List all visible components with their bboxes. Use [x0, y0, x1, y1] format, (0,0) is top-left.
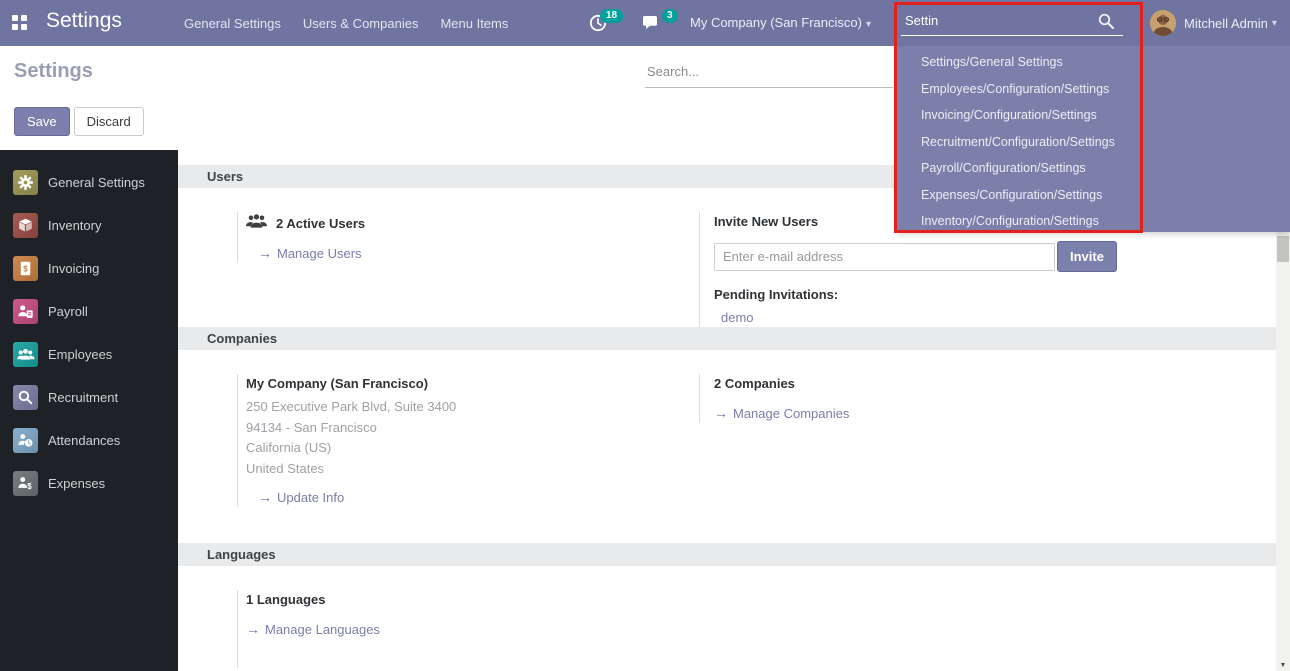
address-line: California (US): [246, 438, 639, 459]
manage-companies-link[interactable]: → Manage Companies: [714, 405, 849, 421]
svg-text:$: $: [23, 265, 28, 274]
user-name: Mitchell Admin: [1184, 16, 1268, 31]
sidebar-item-recruitment[interactable]: Recruitment: [0, 376, 178, 419]
section-header-languages: Languages: [178, 543, 1276, 566]
sidebar-item-attendances[interactable]: Attendances: [0, 419, 178, 462]
manage-users-link[interactable]: → Manage Users: [258, 245, 362, 261]
pending-invitations-label: Pending Invitations:: [714, 287, 1119, 302]
menu-search-results: Settings/General Settings Employees/Conf…: [897, 46, 1290, 235]
expenses-icon: $: [13, 471, 38, 496]
active-users-column: 2 Active Users → Manage Users: [237, 212, 639, 263]
box-icon: [13, 213, 38, 238]
sidebar-item-label: Invoicing: [48, 261, 99, 276]
right-arrow-icon: →: [714, 405, 728, 421]
menu-search-dropdown: Settings/General Settings Employees/Conf…: [897, 46, 1290, 232]
search-result-item[interactable]: Expenses/Configuration/Settings: [897, 182, 1290, 209]
right-arrow-icon: →: [246, 621, 260, 637]
apps-menu-icon[interactable]: [12, 15, 27, 30]
messages-chat-icon[interactable]: [641, 14, 661, 32]
search-result-item[interactable]: Employees/Configuration/Settings: [897, 76, 1290, 103]
active-users-line: 2 Active Users: [246, 214, 639, 232]
sidebar-item-label: Recruitment: [48, 390, 118, 405]
search-result-item[interactable]: Invoicing/Configuration/Settings: [897, 102, 1290, 129]
sidebar-item-label: General Settings: [48, 175, 145, 190]
languages-count: 1 Languages: [246, 592, 639, 607]
menu-menu-items[interactable]: Menu Items: [429, 16, 519, 31]
address-line: 250 Executive Park Blvd, Suite 3400: [246, 397, 639, 418]
right-arrow-icon: →: [258, 489, 272, 505]
menu-search-input[interactable]: [901, 10, 1123, 36]
chevron-down-icon: ▾: [866, 19, 871, 30]
avatar: [1150, 10, 1176, 36]
address-line: United States: [246, 459, 639, 480]
sidebar-item-label: Attendances: [48, 433, 120, 448]
recruitment-icon: [13, 385, 38, 410]
languages-column: 1 Languages → Manage Languages: [237, 590, 639, 668]
gear-icon: [13, 170, 38, 195]
sidebar-item-payroll[interactable]: Payroll: [0, 290, 178, 333]
company-name: My Company (San Francisco): [246, 376, 639, 391]
languages-section: 1 Languages → Manage Languages: [178, 590, 1276, 668]
section-header-companies: Companies: [178, 327, 1276, 350]
right-arrow-icon: →: [258, 245, 272, 261]
sidebar-item-label: Employees: [48, 347, 112, 362]
search-result-item[interactable]: Payroll/Configuration/Settings: [897, 155, 1290, 182]
chevron-down-icon: ▾: [1272, 18, 1277, 29]
companies-count: 2 Companies: [714, 376, 1119, 391]
messages-count-badge[interactable]: 3: [662, 9, 678, 23]
companies-count-column: 2 Companies → Manage Companies: [699, 374, 1119, 423]
search-input[interactable]: [645, 60, 893, 88]
update-info-link[interactable]: → Update Info: [258, 489, 344, 505]
activities-count-badge[interactable]: 18: [600, 9, 623, 23]
discard-button[interactable]: Discard: [74, 107, 144, 136]
sidebar-item-expenses[interactable]: $ Expenses: [0, 462, 178, 505]
search-result-item[interactable]: Recruitment/Configuration/Settings: [897, 129, 1290, 156]
invite-button[interactable]: Invite: [1057, 241, 1117, 272]
settings-sidebar: General Settings Inventory $ Invoicing P…: [0, 150, 178, 671]
sidebar-item-invoicing[interactable]: $ Invoicing: [0, 247, 178, 290]
companies-section: My Company (San Francisco) 250 Executive…: [178, 374, 1276, 507]
save-button[interactable]: Save: [14, 107, 70, 136]
sidebar-item-label: Expenses: [48, 476, 105, 491]
scrollbar-thumb[interactable]: [1277, 236, 1289, 262]
breadcrumb: Settings: [14, 60, 93, 83]
user-menu[interactable]: Mitchell Admin ▾: [1150, 10, 1277, 36]
app-title: Settings: [46, 9, 122, 33]
search-result-item[interactable]: Inventory/Configuration/Settings: [897, 208, 1290, 235]
search-result-item[interactable]: Settings/General Settings: [897, 49, 1290, 76]
address-line: 94134 - San Francisco: [246, 418, 639, 439]
users-group-icon: [246, 214, 267, 232]
manage-languages-link[interactable]: → Manage Languages: [246, 621, 380, 637]
active-users-count: 2 Active Users: [276, 216, 365, 231]
invoice-icon: $: [13, 256, 38, 281]
company-switcher[interactable]: My Company (San Francisco)▾: [690, 15, 871, 30]
sidebar-item-inventory[interactable]: Inventory: [0, 204, 178, 247]
company-info-column: My Company (San Francisco) 250 Executive…: [237, 374, 639, 507]
menu-users-companies[interactable]: Users & Companies: [292, 16, 430, 31]
sidebar-item-label: Payroll: [48, 304, 88, 319]
svg-text:$: $: [27, 482, 32, 491]
attendance-icon: [13, 428, 38, 453]
email-field[interactable]: [714, 243, 1055, 271]
search-icon[interactable]: [1098, 13, 1114, 34]
pending-user-link[interactable]: demo: [714, 310, 1119, 325]
menu-general-settings[interactable]: General Settings: [173, 16, 292, 31]
sidebar-item-label: Inventory: [48, 218, 101, 233]
sidebar-item-general-settings[interactable]: General Settings: [0, 161, 178, 204]
payroll-icon: [13, 299, 38, 324]
sidebar-item-employees[interactable]: Employees: [0, 333, 178, 376]
settings-screen: Settings General Settings Users & Compan…: [0, 0, 1290, 671]
navbar-menus: General Settings Users & Companies Menu …: [173, 0, 519, 46]
company-address: 250 Executive Park Blvd, Suite 3400 9413…: [246, 397, 639, 479]
employees-icon: [13, 342, 38, 367]
scroll-down-arrow-icon[interactable]: ▼: [1276, 662, 1290, 669]
